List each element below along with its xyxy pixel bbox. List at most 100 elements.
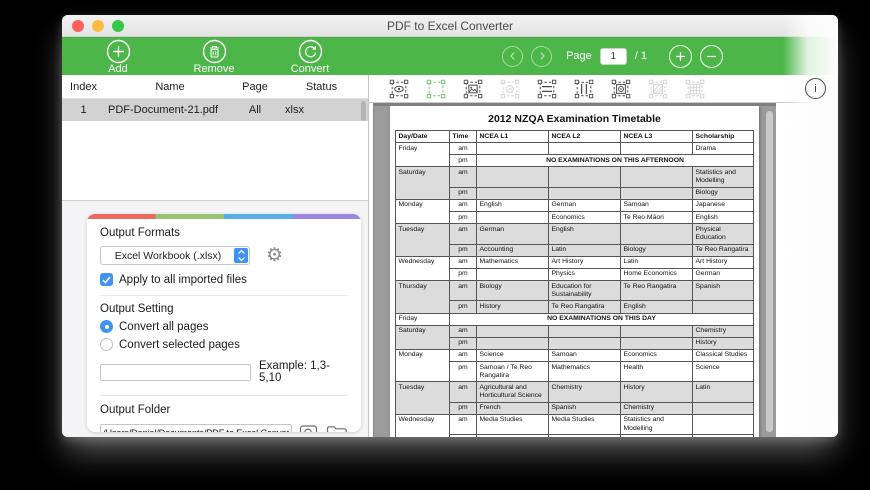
timetable: Day/Date Time NCEA L1 NCEA L2 NCEA L3 Scholar… [395, 129, 754, 437]
zoom-in-button[interactable] [669, 44, 692, 68]
timetable-cell: Accounting [476, 243, 549, 257]
timetable-cell: Latin [620, 255, 693, 269]
timetable-row: pm NO EXAMINATIONS ON THIS AFTERNOON [396, 154, 754, 168]
timetable-cell: Te Reo Rangatira [692, 243, 754, 257]
document-viewport[interactable]: 2012 NZQA Examination Timetable Day/Date… [373, 103, 776, 437]
timetable-time-cell: pm [449, 186, 477, 200]
timetable-time-cell: pm [449, 401, 477, 415]
timetable-cell: Science [692, 361, 754, 383]
next-page-button[interactable] [531, 45, 553, 67]
marking-tools [369, 79, 705, 99]
previous-page-button[interactable] [502, 45, 524, 67]
page-range-input[interactable] [100, 363, 251, 381]
timetable-time-cell: pm [449, 300, 477, 314]
timetable-cell: Statistics and Modelling [620, 413, 693, 436]
timetable-row: pm Accounting Latin Biology Te Reo Rangatira [396, 243, 754, 257]
output-setting-label: Output Setting [100, 303, 174, 315]
timetable-column-header: NCEA L2 [548, 129, 621, 144]
timetable-cell [548, 336, 621, 350]
timetable-row: pm Biology [396, 186, 754, 200]
timetable-cell: Statistics and Modelling [692, 166, 754, 188]
timetable-time-cell: pm [449, 434, 477, 437]
radio-option-1[interactable]: Convert selected pages [100, 338, 348, 351]
zoom-out-button[interactable] [700, 44, 723, 68]
add-button[interactable]: Add [90, 38, 146, 75]
timetable-cell: Physical Education [692, 223, 754, 245]
preview-pane: i 2012 NZQA Examination Timetable Day/Da… [368, 75, 838, 437]
gear-icon[interactable]: ⚙ [266, 246, 283, 265]
apply-all-checkbox[interactable] [100, 273, 113, 286]
timetable-cell [692, 300, 754, 314]
reveal-folder-button[interactable] [299, 423, 319, 432]
titlebar: PDF to Excel Converter [62, 15, 838, 37]
timetable-cell: Chemistry [548, 381, 621, 403]
left-pane: Index Name Page Status 1 PDF-Document-21… [62, 75, 368, 437]
mark-image-area-tool[interactable] [463, 79, 483, 99]
timetable-row: Friday16 NovNO EXAMINATIONS ON THIS DAY [395, 312, 754, 326]
main-toolbar: Add Remove Convert Page 1 / 1 [62, 37, 838, 75]
folder-icon [326, 425, 347, 432]
timetable-cell: English [692, 211, 754, 225]
file-status: xlsx [285, 104, 304, 116]
timetable-cell: Health [620, 361, 693, 383]
timetable-cell: Biology [620, 243, 693, 257]
timetable-note-cell: NO EXAMINATIONS ON THIS AFTERNOON [476, 154, 754, 168]
mark-table-area-tool[interactable] [426, 79, 446, 99]
vertical-scrollbar[interactable] [766, 111, 773, 432]
timetable-time-cell: pm [449, 154, 477, 168]
output-format-selected: Excel Workbook (.xlsx) [114, 249, 222, 262]
timetable-cell: Chemistry [620, 401, 693, 415]
page-number-input[interactable] [599, 47, 627, 65]
output-folder-path-input[interactable] [100, 424, 292, 432]
timetable-cell: Education for Sustainability [548, 280, 621, 302]
window-title: PDF to Excel Converter [386, 19, 514, 33]
minimize-window-button[interactable] [92, 20, 104, 32]
timetable-row: pm Samoan / Te Reo Rangatira Mathematics He… [396, 361, 754, 383]
timetable-day-cell: Friday09 Nov [395, 142, 450, 168]
timetable-cell: English [476, 198, 549, 213]
timetable-cell: History [476, 300, 549, 314]
timetable-time-cell: am [449, 223, 477, 245]
file-list-row[interactable]: 1 PDF-Document-21.pdf All xlsx [62, 99, 368, 121]
timetable-cell: Physics [692, 434, 754, 437]
zoom-window-button[interactable] [112, 20, 124, 32]
show-marked-areas-tool[interactable] [389, 79, 409, 99]
mark-columns-tool[interactable] [574, 79, 594, 99]
timetable-time-cell: am [449, 381, 477, 403]
timetable-cell: History [620, 381, 693, 403]
timetable-cell [476, 211, 549, 225]
timetable-row: Wednesday21 NovamMedia StudiesMedia Stud… [395, 413, 754, 437]
info-icon: i [814, 82, 817, 95]
output-format-dropdown[interactable]: Excel Workbook (.xlsx) [100, 246, 250, 265]
timetable-cell [692, 401, 754, 415]
pdf-page[interactable]: 2012 NZQA Examination Timetable Day/Date… [390, 106, 759, 437]
erase-cell-area-tool[interactable] [611, 79, 631, 99]
timetable-cell: Te Reo Māori [620, 211, 693, 225]
timetable-cell: Economics [548, 211, 621, 225]
timetable-cell: Chemistry [692, 324, 754, 338]
timetable-row: pmChineseTe Reo MāoriArt HistoryPhysics [396, 434, 754, 437]
info-button[interactable]: i [805, 78, 826, 99]
timetable-cell [548, 186, 621, 200]
timetable-column-header: NCEA L3 [620, 129, 693, 144]
timetable-cell [476, 336, 549, 350]
mark-rows-tool[interactable] [537, 79, 557, 99]
close-window-button[interactable] [72, 20, 84, 32]
file-page: All [248, 104, 262, 116]
convert-button[interactable]: Convert [282, 38, 338, 75]
timetable-cell: German [548, 198, 621, 213]
timetable-cell [476, 267, 549, 282]
timetable-cell: Spanish [692, 280, 754, 302]
choose-folder-button[interactable] [326, 424, 348, 432]
app-window: PDF to Excel Converter Add Remove Conver… [62, 15, 838, 437]
file-list-scrollbar[interactable] [361, 101, 366, 121]
radio-option-0[interactable]: Convert all pages [100, 320, 348, 333]
timetable-cell [476, 142, 549, 156]
timetable-time-cell: am [449, 348, 477, 363]
timetable-cell: Latin [548, 243, 621, 257]
remove-button[interactable]: Remove [186, 38, 242, 75]
output-formats-label: Output Formats [100, 227, 180, 239]
settings-area: Output Formats Excel Workbook (.xlsx) ⚙ [62, 200, 368, 437]
timetable-cell: German [692, 267, 754, 282]
timetable-time-cell: pm [449, 267, 477, 282]
